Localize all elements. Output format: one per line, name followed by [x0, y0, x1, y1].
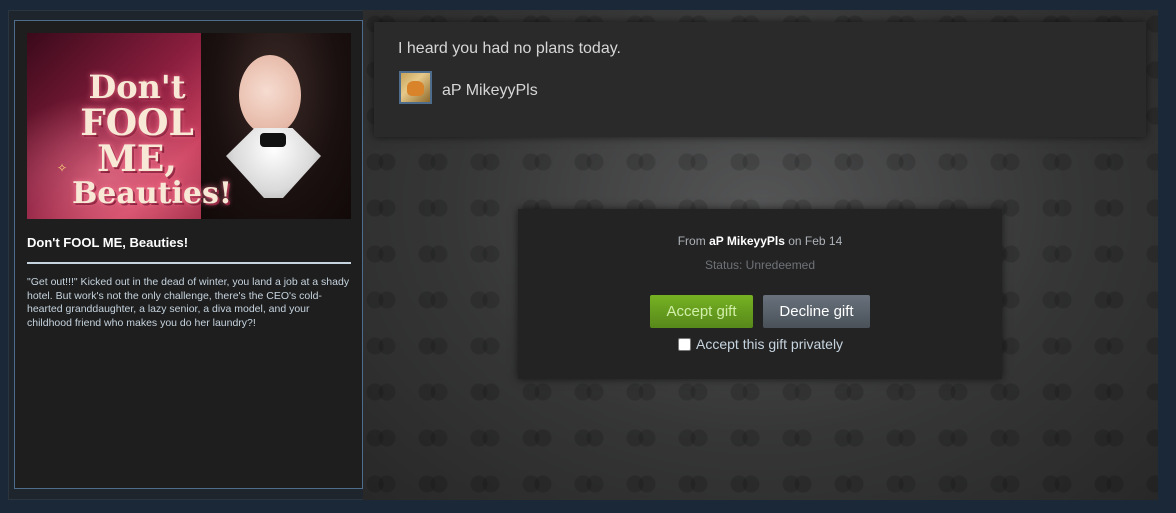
capsule-character-bow	[260, 133, 286, 147]
accept-privately-checkbox[interactable]	[678, 337, 691, 351]
accept-privately-option[interactable]: Accept this gift privately	[678, 336, 843, 352]
capsule-title: Don't FOOL ME, Beauties!	[37, 71, 237, 209]
gift-action-box: From aP MikeyyPls on Feb 14 Status: Unre…	[518, 209, 1002, 379]
game-title[interactable]: Don't FOOL ME, Beauties!	[27, 235, 188, 250]
decline-gift-button[interactable]: Decline gift	[763, 295, 870, 328]
divider	[27, 262, 351, 264]
accept-privately-label[interactable]: Accept this gift privately	[696, 336, 843, 352]
game-card: ✦ ✧ Don't FOOL ME, Beauties! Don't FOOL …	[14, 20, 363, 489]
avatar-image	[407, 81, 424, 96]
game-description: "Get out!!!" Kicked out in the dead of w…	[27, 276, 350, 329]
from-suffix: on Feb 14	[784, 234, 843, 248]
gift-message-text: I heard you had no plans today.	[398, 40, 621, 57]
gift-message-box: I heard you had no plans today. aP Mikey…	[374, 22, 1146, 137]
sender-name[interactable]: aP MikeyyPls	[442, 82, 538, 100]
capsule-title-line3: Beauties!	[71, 176, 233, 211]
capsule-character-face	[239, 55, 301, 135]
from-prefix: From	[677, 234, 710, 248]
sender-avatar[interactable]	[399, 71, 432, 104]
gift-from-line: From aP MikeyyPls on Feb 14	[518, 234, 1002, 248]
capsule-title-line1: Don't	[88, 68, 186, 106]
game-capsule-image[interactable]: ✦ ✧ Don't FOOL ME, Beauties!	[27, 33, 351, 219]
gift-status: Status: Unredeemed	[704, 258, 816, 272]
capsule-title-line2: FOOL ME,	[80, 102, 194, 180]
from-name: aP MikeyyPls	[709, 234, 785, 248]
accept-gift-button[interactable]: Accept gift	[650, 295, 753, 328]
